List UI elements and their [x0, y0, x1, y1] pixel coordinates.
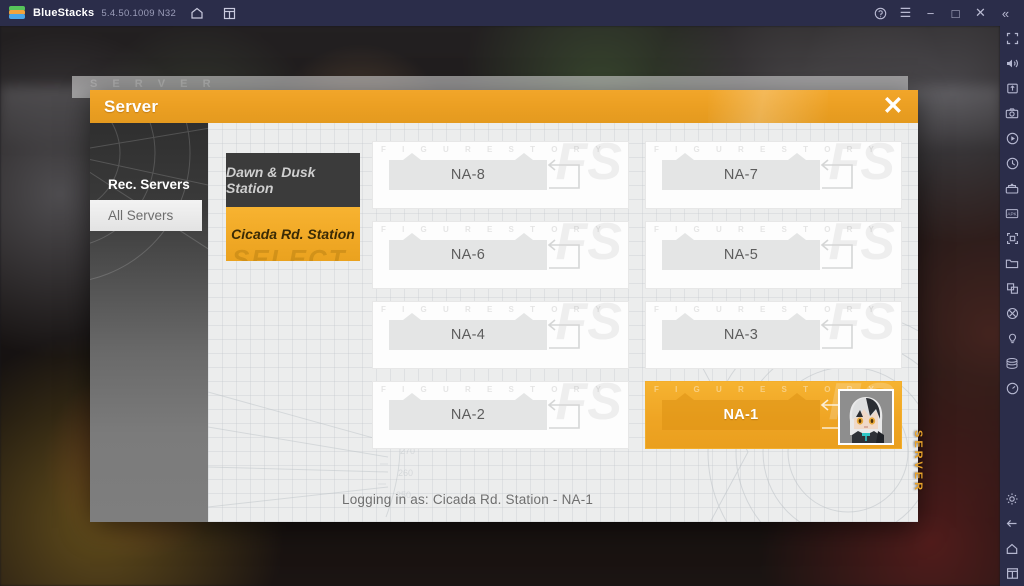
performance-icon[interactable] [1000, 376, 1024, 401]
screen-capture-icon[interactable] [1000, 226, 1024, 251]
window-controls: ☰ − □ ✕ « [868, 0, 1024, 26]
settings-icon[interactable] [1000, 486, 1024, 511]
bracket-arrow-icon [547, 399, 580, 429]
station-stamp: SELECT [232, 244, 347, 261]
bluestacks-logo-icon [9, 6, 25, 20]
record-icon[interactable] [1000, 126, 1024, 151]
bluestacks-titlebar: BlueStacks 5.4.50.1009 N32 ☰ − □ ✕ « [0, 0, 1024, 26]
server-card-na6[interactable]: F I G U R E S T O R Y FS NA-6 [372, 221, 629, 289]
back-icon[interactable] [1000, 511, 1024, 536]
server-plate: NA-5 [662, 233, 820, 270]
shake-icon[interactable] [1000, 301, 1024, 326]
close-dialog-button[interactable]: ✕ [874, 90, 912, 123]
station-dawn-dusk[interactable]: Dawn & Dusk Station [226, 153, 360, 207]
bracket-arrow-icon [820, 159, 853, 189]
minimize-icon[interactable]: − [918, 0, 943, 26]
server-name: NA-1 [723, 407, 759, 423]
server-card-na4[interactable]: F I G U R E S T O R Y FS NA-4 [372, 301, 629, 369]
multi-instance-icon[interactable] [218, 2, 240, 24]
copy-paste-icon[interactable] [1000, 276, 1024, 301]
station-label: Cicada Rd. Station [231, 226, 355, 242]
sidebar-item-all-servers[interactable]: All Servers [90, 200, 202, 231]
status-bar: Logging in as: Cicada Rd. Station - NA-1 [326, 476, 918, 522]
screenshot-icon[interactable] [1000, 101, 1024, 126]
close-icon[interactable]: ✕ [968, 0, 993, 26]
dialog-sidebar: Rec. Servers All Servers [90, 123, 208, 522]
station-cicada-rd[interactable]: Cicada Rd. Station SELECT [226, 207, 360, 261]
server-name: NA-5 [723, 247, 759, 263]
sidebar-item-label: All Servers [108, 208, 174, 223]
server-card-na1[interactable]: F I G U R E S T O R Y FS NA-1 [645, 381, 902, 449]
server-name: NA-6 [450, 247, 486, 263]
help-icon[interactable] [868, 0, 893, 26]
server-plate: NA-3 [662, 313, 820, 350]
server-dialog: Server ✕ Rec. Servers All Servers 270 26… [90, 90, 918, 522]
server-card-na3[interactable]: F I G U R E S T O R Y FS NA-3 [645, 301, 902, 369]
server-name: NA-3 [723, 327, 759, 343]
login-status-text: Logging in as: Cicada Rd. Station - NA-1 [342, 491, 594, 507]
home-icon[interactable] [1000, 536, 1024, 561]
server-card-na5[interactable]: F I G U R E S T O R Y FS NA-5 [645, 221, 902, 289]
bracket-arrow-icon [547, 319, 580, 349]
bluestacks-right-toolbar: APK [1000, 26, 1024, 586]
dialog-title: Server [104, 96, 159, 116]
dialog-header: Server ✕ [90, 90, 918, 123]
server-card-na2[interactable]: F I G U R E S T O R Y FS NA-2 [372, 381, 629, 449]
volume-icon[interactable] [1000, 51, 1024, 76]
sidebar-item-label: Rec. Servers [108, 177, 190, 192]
sidebar-item-rec-servers[interactable]: Rec. Servers [90, 169, 208, 200]
server-plate: NA-1 [662, 393, 820, 430]
rotate-icon[interactable] [1000, 151, 1024, 176]
server-name: NA-7 [723, 167, 759, 183]
sidebar-decoration [90, 123, 208, 280]
server-plate: NA-6 [389, 233, 547, 270]
game-controls-icon[interactable] [1000, 76, 1024, 101]
eco-mode-icon[interactable] [1000, 326, 1024, 351]
svg-text:APK: APK [1007, 212, 1017, 217]
dialog-body: Rec. Servers All Servers 270 260 250 Daw… [90, 123, 918, 522]
server-plate: NA-8 [389, 153, 547, 190]
server-card-na7[interactable]: F I G U R E S T O R Y FS NA-7 [645, 141, 902, 209]
menu-icon[interactable]: ☰ [893, 0, 918, 26]
avatar [838, 389, 894, 445]
fullscreen-icon[interactable] [1000, 26, 1024, 51]
app-version: 5.4.50.1009 N32 [101, 7, 177, 19]
server-name: NA-2 [450, 407, 486, 423]
app-window: BlueStacks 5.4.50.1009 N32 ☰ − □ ✕ « APK… [0, 0, 1024, 586]
bracket-arrow-icon [820, 239, 853, 269]
bracket-arrow-icon [547, 239, 580, 269]
app-name: BlueStacks [33, 7, 95, 19]
server-plate: NA-7 [662, 153, 820, 190]
server-plate: NA-4 [389, 313, 547, 350]
server-card-na8[interactable]: F I G U R E S T O R Y FS NA-8 [372, 141, 629, 209]
bracket-arrow-icon [547, 159, 580, 189]
server-grid: F I G U R E S T O R Y FS NA-8 F I G U R … [372, 141, 902, 449]
recents-icon[interactable] [1000, 561, 1024, 586]
server-plate: NA-2 [389, 393, 547, 430]
home-icon[interactable] [186, 2, 208, 24]
server-name: NA-8 [450, 167, 486, 183]
bracket-arrow-icon [820, 319, 853, 349]
header-highlight [708, 90, 828, 123]
maximize-icon[interactable]: □ [943, 0, 968, 26]
multi-instance-icon[interactable] [1000, 176, 1024, 201]
server-name: NA-4 [450, 327, 486, 343]
dialog-content: 300 290 280 270 260 250 Dawn & Dusk Stat… [208, 123, 918, 522]
macro-icon[interactable] [1000, 351, 1024, 376]
collapse-icon[interactable]: « [993, 0, 1018, 26]
vertical-server-label: SERVER [912, 430, 924, 494]
station-label: Dawn & Dusk Station [226, 164, 316, 196]
character-portrait-icon [840, 391, 892, 443]
station-list: Dawn & Dusk Station Cicada Rd. Station S… [226, 153, 360, 261]
media-manager-icon[interactable] [1000, 251, 1024, 276]
install-apk-icon[interactable]: APK [1000, 201, 1024, 226]
